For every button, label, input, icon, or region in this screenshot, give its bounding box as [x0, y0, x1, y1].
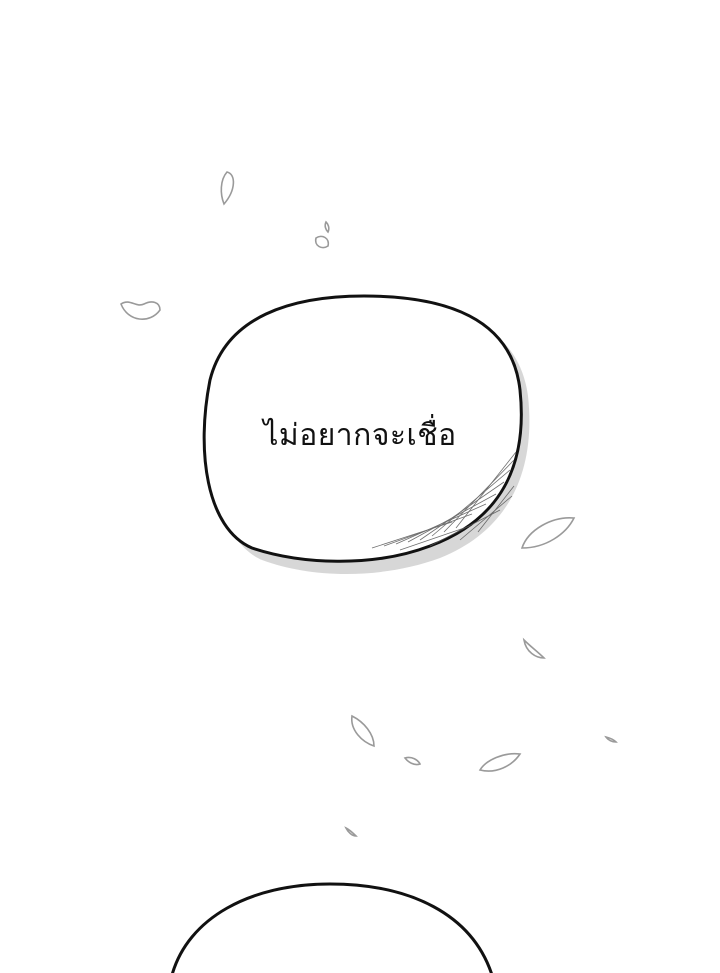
petal — [478, 752, 522, 772]
speech-bubble-partial — [171, 882, 493, 973]
petal — [520, 517, 576, 549]
petal — [351, 714, 375, 748]
petal — [314, 235, 330, 249]
petal — [120, 301, 161, 320]
petal — [220, 171, 235, 206]
petal — [522, 637, 546, 659]
petal — [324, 220, 330, 234]
petal — [604, 735, 618, 743]
panel-artwork — [120, 171, 618, 973]
petal — [344, 826, 358, 837]
petal — [403, 756, 422, 766]
speech-bubble-text: ไม่อยากจะเชื่อ — [263, 418, 457, 453]
comic-panel: ไม่อยากจะเชื่อ — [0, 0, 720, 973]
